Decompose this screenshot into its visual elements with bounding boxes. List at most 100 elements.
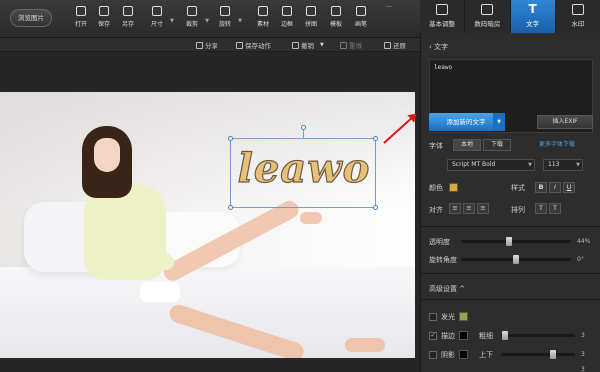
canvas-area[interactable]: leawo [0, 52, 420, 372]
material-button[interactable]: 素材 [252, 4, 274, 34]
resize-handle[interactable] [228, 136, 233, 141]
advanced-settings-header[interactable]: 高级设置 ^ [429, 284, 465, 294]
watermark-icon [571, 4, 584, 15]
more-tools-button[interactable]: ... [378, 2, 400, 32]
open-icon [76, 6, 86, 16]
italic-button[interactable]: I [549, 182, 561, 193]
chevron-down-icon[interactable]: ▼ [238, 18, 242, 24]
resize-handle[interactable] [228, 205, 233, 210]
glow-checkbox[interactable] [429, 313, 437, 321]
thickness-slider-knob[interactable] [502, 331, 508, 340]
rotation-slider-knob[interactable] [513, 255, 519, 264]
stroke-checkbox[interactable]: ✓ [429, 332, 437, 340]
redo-button[interactable]: 重做 [340, 40, 362, 50]
browse-images-button[interactable]: 浏览图片 [10, 9, 52, 27]
opacity-slider[interactable] [461, 237, 571, 246]
stroke-color-swatch[interactable] [459, 331, 468, 340]
updown-label: 上下 [479, 351, 493, 359]
text-layer-box[interactable]: leawo [228, 125, 378, 210]
chevron-down-icon[interactable]: ▼ [493, 113, 505, 131]
chevron-down-icon[interactable]: ▼ [170, 18, 174, 24]
align-right-button[interactable]: ≡ [477, 203, 489, 214]
right-tab-bar: 基本调整 数码暗房 T 文字 水印 [420, 0, 600, 33]
bold-button[interactable]: B [535, 182, 547, 193]
rotate-icon [220, 6, 230, 16]
tab-text[interactable]: T 文字 [510, 0, 556, 33]
restore-button[interactable]: 还原 [384, 40, 406, 50]
rotate-handle[interactable] [301, 125, 306, 130]
thickness-slider[interactable] [501, 331, 575, 340]
vertical-text-button[interactable]: T [549, 203, 561, 214]
opacity-slider-knob[interactable] [506, 237, 513, 246]
updown-slider-knob[interactable] [549, 350, 556, 359]
tab-darkroom[interactable]: 数码暗房 [465, 0, 511, 33]
thickness-label: 粗细 [479, 332, 493, 340]
shadow-label: 阴影 [441, 351, 455, 359]
tab-basic-adjust[interactable]: 基本调整 [420, 0, 466, 33]
stroke-label: 描边 [441, 332, 455, 340]
tab-local-fonts[interactable]: 本地 [453, 139, 481, 151]
text-settings-panel: ‹ 文字 leawo 添加新的文字 ▼ 插入EXIF 字体 本地 下载 更多字体… [420, 33, 600, 372]
add-text-button[interactable]: 添加新的文字 [429, 113, 503, 131]
material-icon [258, 6, 268, 16]
share-button[interactable]: 分享 [196, 40, 218, 50]
save-button[interactable]: 保存 [93, 4, 115, 34]
chevron-up-icon: ^ [457, 285, 466, 293]
collage-icon [306, 6, 316, 16]
text-color-swatch[interactable] [449, 183, 458, 192]
resize-handle[interactable] [373, 136, 378, 141]
more-fonts-link[interactable]: 更多字体下载 [539, 139, 575, 148]
collage-button[interactable]: 拼图 [300, 4, 322, 34]
save-icon [99, 6, 109, 16]
save-as-button[interactable]: 另存 [117, 4, 139, 34]
arrange-label: 排列 [511, 206, 525, 214]
underline-button[interactable]: U [563, 182, 575, 193]
crop-button[interactable]: 裁剪 ▼ [181, 4, 209, 34]
open-button[interactable]: 打开 [70, 4, 92, 34]
chevron-down-icon: ▼ [528, 162, 532, 168]
opacity-value: 44% [577, 238, 591, 245]
restore-icon [384, 42, 391, 49]
font-select[interactable]: Script MT Bold ▼ [447, 159, 535, 171]
brush-button[interactable]: 画笔 [350, 4, 372, 34]
glow-color-swatch[interactable] [459, 312, 468, 321]
rotate-button[interactable]: 旋转 ▼ [214, 4, 242, 34]
insert-exif-button[interactable]: 插入EXIF [537, 115, 593, 129]
undo-icon [292, 42, 299, 49]
text-icon: T [528, 2, 537, 16]
watermark-text: leawo [237, 144, 371, 192]
shadow-color-swatch[interactable] [459, 350, 468, 359]
brush-icon [356, 6, 366, 16]
font-label: 字体 [429, 142, 443, 150]
opacity-label: 透明度 [429, 238, 450, 246]
thickness-value: 3 [581, 332, 585, 339]
updown-value: 3 [581, 351, 585, 358]
chevron-down-icon[interactable]: ▼ [320, 42, 324, 48]
save-action-button[interactable]: 保存动作 [236, 40, 271, 50]
frame-button[interactable]: 边框 [276, 4, 298, 34]
rotation-slider[interactable] [461, 255, 571, 264]
rotation-value: 0° [577, 256, 584, 263]
resize-icon [152, 6, 162, 16]
photo [0, 92, 415, 358]
shadow-checkbox[interactable] [429, 351, 437, 359]
chevron-down-icon[interactable]: ▼ [205, 18, 209, 24]
align-center-button[interactable]: ≡ [463, 203, 475, 214]
template-icon [331, 6, 341, 16]
resize-button[interactable]: 尺寸 ▼ [146, 4, 174, 34]
align-left-button[interactable]: ≡ [449, 203, 461, 214]
save-action-icon [236, 42, 243, 49]
undo-button[interactable]: 撤销 [292, 40, 314, 50]
resize-handle[interactable] [373, 205, 378, 210]
tab-download-fonts[interactable]: 下载 [483, 139, 511, 151]
chevron-down-icon: ▼ [576, 162, 580, 168]
tab-watermark[interactable]: 水印 [556, 0, 600, 33]
style-label: 样式 [511, 184, 525, 192]
horizontal-text-button[interactable]: T [535, 203, 547, 214]
template-button[interactable]: 模板 [325, 4, 347, 34]
font-size-select[interactable]: 113 ▼ [543, 159, 583, 171]
camera-icon [481, 4, 494, 15]
updown-slider[interactable] [501, 350, 575, 359]
redo-icon [340, 42, 347, 49]
color-label: 颜色 [429, 184, 443, 192]
